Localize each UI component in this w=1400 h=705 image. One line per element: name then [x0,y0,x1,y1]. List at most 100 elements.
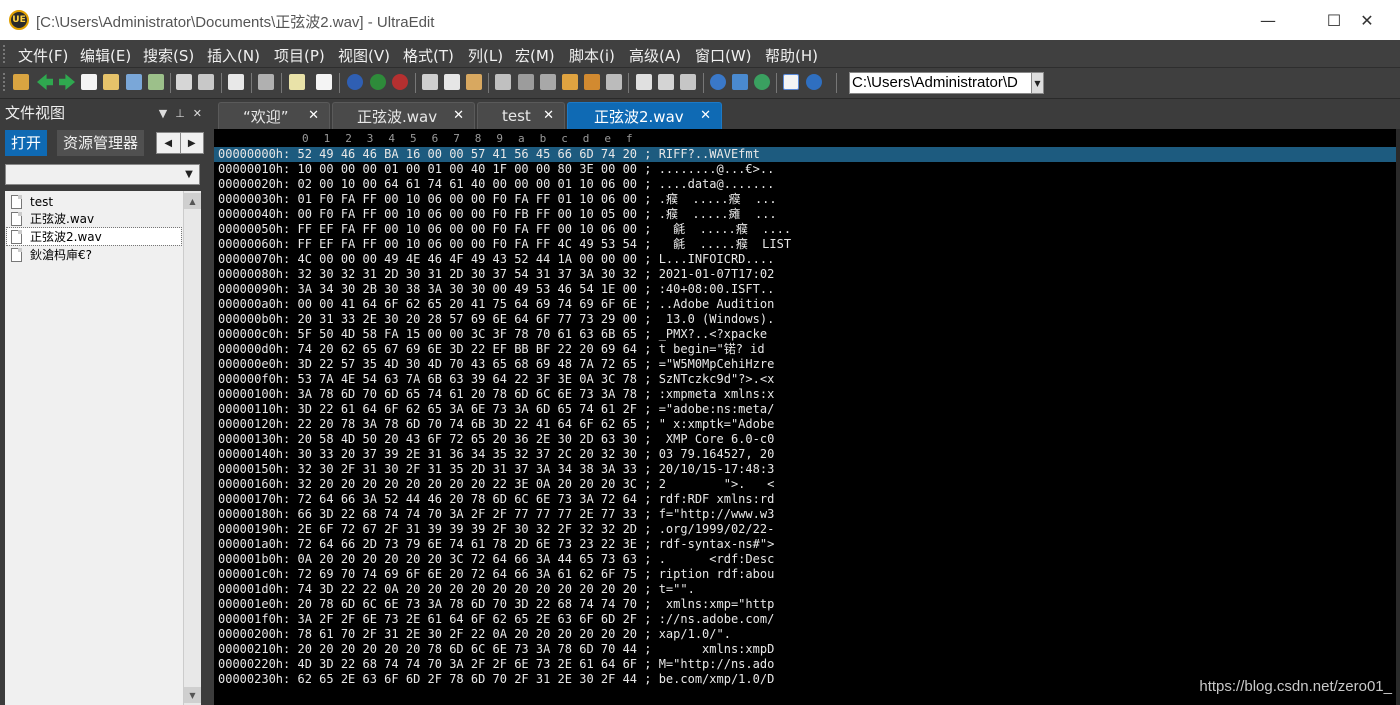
tab-explorer[interactable]: 资源管理器 [57,130,145,156]
convert-icon[interactable] [347,74,363,90]
hex-editor[interactable]: 0 1 2 3 4 5 6 7 8 9 a b c d e f 00000000h: 52 49 46 46 … [214,129,1400,705]
hex-row[interactable]: 00000010h: 10 00 00 00 01 00 01 00 40 1F… [214,162,1400,177]
scroll-down-icon[interactable]: ▼ [184,687,201,703]
tab-test[interactable]: test ✕ [477,102,565,129]
convert-utf8-icon[interactable] [370,74,386,90]
open-folder-icon[interactable] [103,74,119,90]
hex-row[interactable]: 000001e0h: 20 78 6D 6C 6E 73 3A 78 6D 70… [214,597,1400,612]
hex-row[interactable]: 00000140h: 30 33 20 37 39 2E 31 36 34 35… [214,447,1400,462]
scroll-right-icon[interactable]: ▶ [181,133,204,153]
hex-row[interactable]: 000000a0h: 00 00 41 64 6F 62 65 20 41 75… [214,297,1400,312]
hex-row[interactable]: 00000200h: 78 61 70 2F 31 2E 30 2F 22 0A… [214,627,1400,642]
menu-help[interactable]: 帮助(H) [765,45,818,66]
panel-menu-icon[interactable]: ▼ [159,107,167,120]
list-scrollbar[interactable]: ▲ ▼ [183,191,201,705]
hex-row[interactable]: 000000b0h: 20 31 33 2E 30 20 28 57 69 6E… [214,312,1400,327]
hex-edit-icon[interactable] [258,74,274,90]
new-file-icon[interactable] [13,74,29,90]
filter-combobox[interactable]: ▼ [5,164,200,185]
tab-open[interactable]: 打开 [5,130,48,156]
hex-row[interactable]: 000001c0h: 72 69 70 74 69 6F 6E 20 72 64… [214,567,1400,582]
hex-row[interactable]: 00000120h: 22 20 78 3A 78 6D 70 74 6B 3D… [214,417,1400,432]
refresh-icon[interactable] [754,74,770,90]
hex-row[interactable]: 00000150h: 32 30 2F 31 30 2F 31 35 2D 31… [214,462,1400,477]
path-combobox[interactable]: C:\Users\Administrator\D [849,72,1044,94]
hex-row[interactable]: 000001d0h: 74 3D 22 22 0A 20 20 20 20 20… [214,582,1400,597]
hex-row[interactable]: 00000100h: 3A 78 6D 70 6D 65 74 61 20 78… [214,387,1400,402]
hex-row[interactable]: 00000090h: 3A 34 30 2B 30 38 3A 30 30 00… [214,282,1400,297]
menu-macro[interactable]: 宏(M) [515,45,555,66]
menu-grip-icon[interactable] [3,45,7,63]
hex-row[interactable]: 00000040h: 00 F0 FA FF 00 10 06 00 00 F0… [214,207,1400,222]
help-icon[interactable] [806,74,822,90]
hex-row[interactable]: 00000180h: 66 3D 22 68 74 74 70 3A 2F 2F… [214,507,1400,522]
replace-in-files-icon[interactable] [584,74,600,90]
back-arrow-icon[interactable] [37,74,53,90]
goto-icon[interactable] [606,74,622,90]
print-icon[interactable] [176,74,192,90]
menu-view[interactable]: 视图(V) [338,45,390,66]
path-dropdown-button[interactable]: ▼ [1031,73,1043,93]
hex-row[interactable]: 00000030h: 01 F0 FA FF 00 10 06 00 00 F0… [214,192,1400,207]
new-document-icon[interactable] [81,74,97,90]
hex-row[interactable]: 000001b0h: 0A 20 20 20 20 20 20 3C 72 64… [214,552,1400,567]
editor-scrollbar[interactable] [1396,129,1400,705]
web-browser-icon[interactable] [710,74,726,90]
columns-icon[interactable] [289,74,305,90]
menu-column[interactable]: 列(L) [468,45,503,66]
hex-row[interactable]: 00000060h: FF EF FA FF 00 10 06 00 00 F0… [214,237,1400,252]
save-icon[interactable] [148,74,164,90]
hex-row[interactable]: 00000160h: 32 20 20 20 20 20 20 20 20 22… [214,477,1400,492]
cascade-windows-icon[interactable] [680,74,696,90]
menu-script[interactable]: 脚本(i) [569,45,615,66]
hex-row[interactable]: 00000110h: 3D 22 61 64 6F 62 65 3A 6E 73… [214,402,1400,417]
list-item[interactable]: test [7,193,181,210]
menu-search[interactable]: 搜索(S) [143,45,194,66]
hex-row[interactable]: 000001a0h: 72 64 66 2D 73 79 6E 74 61 78… [214,537,1400,552]
hex-row[interactable]: 000001f0h: 3A 2F 2F 6E 73 2E 61 64 6F 62… [214,612,1400,627]
hex-row[interactable]: 00000070h: 4C 00 00 00 49 4E 46 4F 49 43… [214,252,1400,267]
cut-icon[interactable] [422,74,438,90]
replace-icon[interactable] [540,74,556,90]
hex-row[interactable]: 000000e0h: 3D 22 57 35 4D 30 4D 70 43 65… [214,357,1400,372]
find-next-icon[interactable] [518,74,534,90]
menu-project[interactable]: 项目(P) [274,45,325,66]
hex-row[interactable]: 000000c0h: 5F 50 4D 58 FA 15 00 00 3C 3F… [214,327,1400,342]
minimize-button[interactable]: — [1235,0,1301,40]
menu-window[interactable]: 窗口(W) [695,45,752,66]
close-icon[interactable]: ✕ [453,108,464,123]
scroll-up-icon[interactable]: ▲ [184,193,201,209]
tab-welcome[interactable]: “欢迎” ✕ [218,102,330,129]
toolbar-grip-icon[interactable] [3,73,7,91]
split-window-icon[interactable] [636,74,652,90]
hex-row[interactable]: 00000170h: 72 64 66 3A 52 44 46 20 78 6D… [214,492,1400,507]
hex-row-current[interactable]: 00000000h: 52 49 46 46 BA 16 00 00 57 41… [214,147,1400,162]
panel-close-icon[interactable]: ✕ [193,107,202,120]
word-wrap-icon[interactable] [316,74,332,90]
page-setup-icon[interactable] [228,74,244,90]
hex-row[interactable]: 000000d0h: 74 20 62 65 67 69 6E 3D 22 EF… [214,342,1400,357]
tile-windows-icon[interactable] [658,74,674,90]
chevron-down-icon[interactable]: ▼ [179,165,199,184]
forward-arrow-icon[interactable] [59,74,75,90]
hex-row[interactable]: 00000020h: 02 00 10 00 64 61 74 61 40 00… [214,177,1400,192]
close-icon[interactable]: ✕ [308,108,319,123]
ftp-icon[interactable] [732,74,748,90]
print-preview-icon[interactable] [198,74,214,90]
hex-row[interactable]: 00000130h: 20 58 4D 50 20 43 6F 72 65 20… [214,432,1400,447]
menu-file[interactable]: 文件(F) [18,45,68,66]
hex-row[interactable]: 00000080h: 32 30 32 31 2D 30 31 2D 30 37… [214,267,1400,282]
list-item[interactable]: 正弦波.wav [7,210,181,227]
menu-advanced[interactable]: 高级(A) [629,45,681,66]
hex-row[interactable]: 00000220h: 4D 3D 22 68 74 74 70 3A 2F 2F… [214,657,1400,672]
list-item[interactable]: 鈥滄杩庘€? [7,246,181,263]
menu-edit[interactable]: 编辑(E) [80,45,131,66]
menu-format[interactable]: 格式(T) [403,45,454,66]
close-button[interactable]: ✕ [1334,0,1400,40]
find-in-files-icon[interactable] [562,74,578,90]
convert-unicode-icon[interactable] [392,74,408,90]
scroll-left-icon[interactable]: ◀ [157,133,181,153]
file-view-icon[interactable] [783,74,799,90]
pin-icon[interactable]: ⊥ [175,107,185,120]
close-icon[interactable]: ✕ [700,108,711,123]
